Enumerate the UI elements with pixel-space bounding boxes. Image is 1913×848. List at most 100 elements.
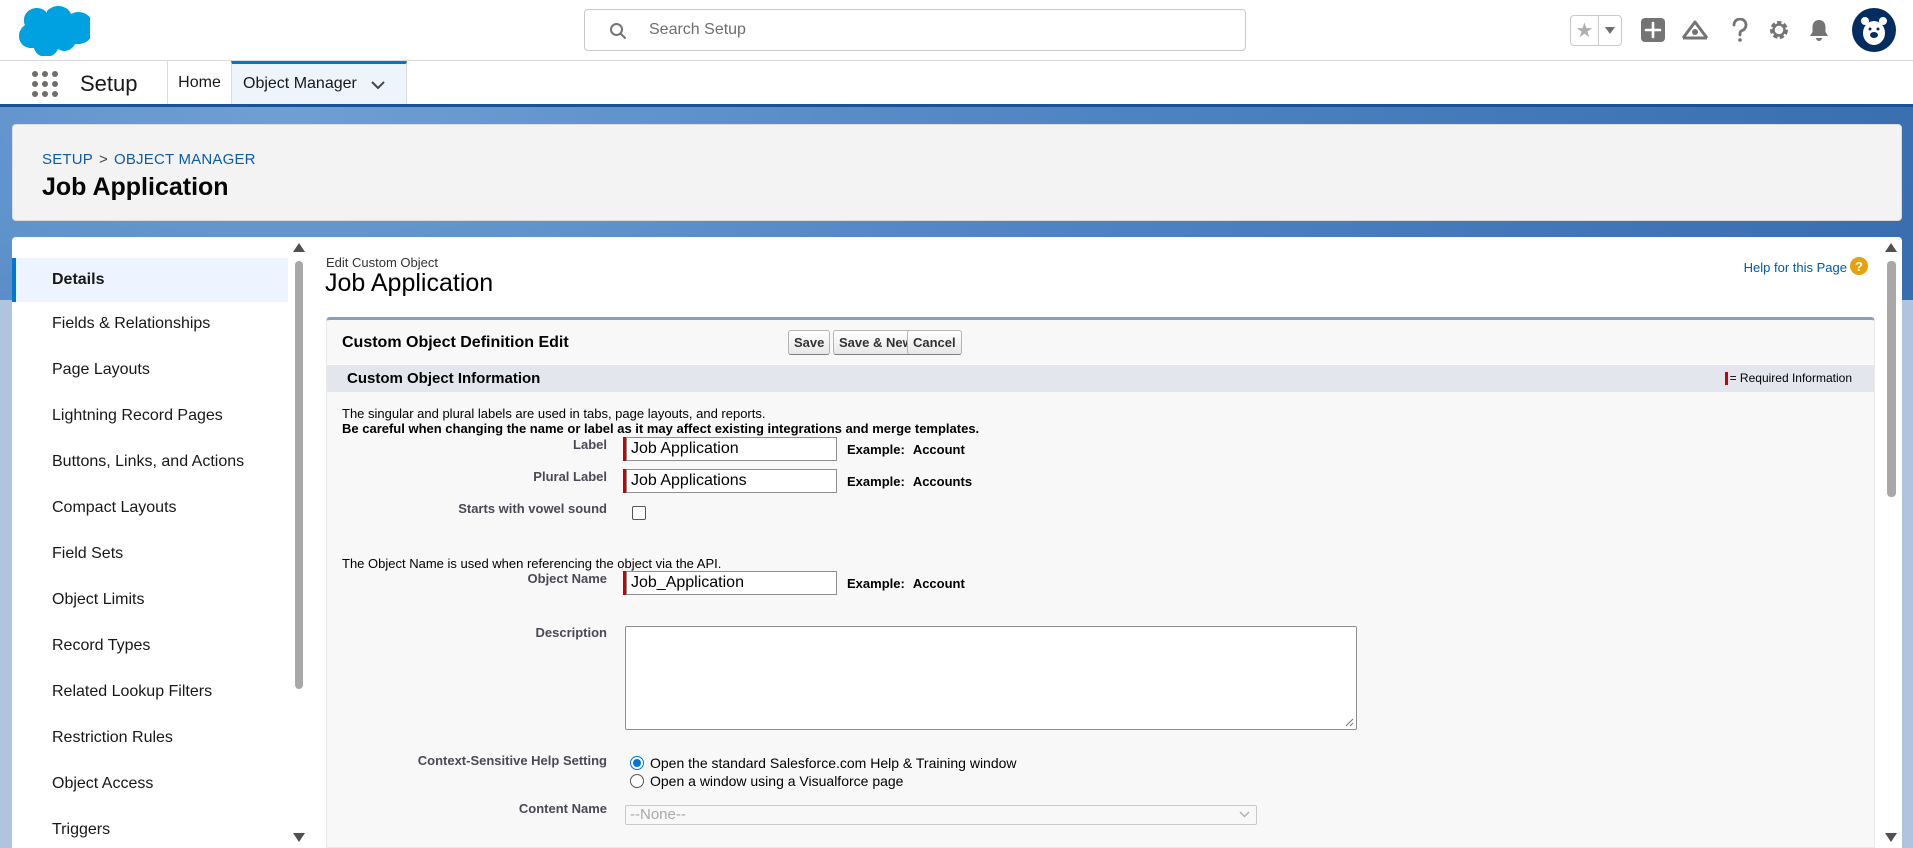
warning-note: Be careful when changing the name or lab…: [342, 421, 980, 436]
plural-example-prefix: Example:: [847, 474, 905, 489]
sidebar-item-related-lookup-filters[interactable]: Related Lookup Filters: [12, 670, 288, 714]
required-info-text: = Required Information: [1729, 371, 1852, 385]
content-name-select[interactable]: --None--: [625, 805, 1257, 825]
sidebar-item-lightning-record-pages[interactable]: Lightning Record Pages: [12, 394, 288, 438]
salesforce-logo[interactable]: [16, 4, 90, 56]
labels-note: The singular and plural labels are used …: [342, 406, 766, 421]
description-field-label: Description: [535, 625, 607, 640]
search-input[interactable]: [649, 18, 1209, 42]
scroll-down-arrow-icon[interactable]: [293, 833, 305, 842]
sidebar-item-details[interactable]: Details: [12, 258, 288, 302]
description-textarea[interactable]: [625, 626, 1357, 730]
sidebar-item-object-limits[interactable]: Object Limits: [12, 578, 288, 622]
label-example-value: Account: [912, 442, 965, 457]
object-name-field: [623, 571, 837, 595]
help-option-visualforce[interactable]: Open a window using a Visualforce page: [630, 773, 903, 789]
page-header: SETUP > OBJECT MANAGER Job Application: [12, 124, 1902, 221]
label-example-prefix: Example:: [847, 442, 905, 457]
help-option-standard-label: Open the standard Salesforce.com Help & …: [650, 755, 1017, 771]
object-sidebar: Details Fields & Relationships Page Layo…: [12, 237, 288, 848]
search-box[interactable]: [584, 9, 1246, 51]
trailhead-icon[interactable]: [1680, 15, 1710, 45]
sidebar-item-field-sets[interactable]: Field Sets: [12, 532, 288, 576]
context-bar: Setup Home Object Manager: [0, 61, 1913, 107]
nav-tab-home[interactable]: Home: [167, 61, 231, 104]
vowel-sound-label: Starts with vowel sound: [458, 501, 607, 516]
object-name-field-label: Object Name: [527, 571, 607, 586]
help-icon[interactable]: [1725, 15, 1755, 45]
global-header: ★: [0, 0, 1913, 61]
object-name-example-value: Account: [912, 576, 965, 591]
help-option-visualforce-label: Open a window using a Visualforce page: [650, 773, 904, 789]
chevron-down-icon: [1239, 811, 1250, 818]
content-scroll-down-arrow-icon[interactable]: [1885, 833, 1897, 842]
object-name-note: The Object Name is used when referencing…: [342, 556, 722, 571]
scroll-up-arrow-icon[interactable]: [293, 243, 305, 252]
sidebar-item-compact-layouts[interactable]: Compact Layouts: [12, 486, 288, 530]
help-option-standard[interactable]: Open the standard Salesforce.com Help & …: [630, 755, 1017, 771]
edit-label: Edit Custom Object: [326, 255, 438, 270]
help-option-visualforce-radio[interactable]: [630, 774, 644, 788]
section-title: Custom Object Information: [347, 370, 541, 387]
content-scrollbar-thumb[interactable]: [1887, 261, 1896, 497]
content-name-label: Content Name: [518, 801, 607, 816]
app-name: Setup: [80, 71, 138, 96]
object-name-example: Example: Account: [847, 576, 965, 591]
required-marker: [1724, 371, 1728, 385]
user-avatar[interactable]: [1852, 8, 1896, 52]
favorites-dropdown-icon[interactable]: [1599, 16, 1621, 45]
sidebar-scrollbar-thumb[interactable]: [295, 261, 303, 689]
setup-gear-icon[interactable]: [1764, 15, 1794, 45]
object-name-input[interactable]: [626, 571, 837, 595]
sidebar-item-record-types[interactable]: Record Types: [12, 624, 288, 668]
vowel-sound-checkbox[interactable]: [632, 506, 646, 520]
content-scroll-up-arrow-icon[interactable]: [1885, 243, 1897, 252]
sidebar-scrollbar[interactable]: [288, 237, 308, 848]
custom-object-edit-block: Custom Object Definition Edit Save Save …: [326, 317, 1875, 848]
favorites-star-icon[interactable]: ★: [1571, 16, 1599, 45]
plural-label-field: [623, 469, 837, 493]
label-example: Example: Account: [847, 442, 965, 457]
favorites-group: ★: [1570, 15, 1622, 46]
resize-grip-icon[interactable]: [1345, 718, 1354, 727]
section-header: Custom Object Information = Required Inf…: [327, 364, 1874, 392]
help-option-standard-radio[interactable]: [630, 756, 644, 770]
breadcrumb-object-manager[interactable]: OBJECT MANAGER: [114, 151, 256, 168]
breadcrumb: SETUP > OBJECT MANAGER: [42, 151, 256, 168]
nav-tab-object-manager[interactable]: Object Manager: [231, 61, 407, 104]
edit-title: Job Application: [325, 269, 494, 297]
content-frame: Edit Custom Object Job Application Help …: [308, 237, 1880, 848]
label-input[interactable]: [626, 437, 837, 461]
plural-label-example: Example: Accounts: [847, 474, 972, 489]
sidebar-item-page-layouts[interactable]: Page Layouts: [12, 348, 288, 392]
breadcrumb-setup[interactable]: SETUP: [42, 151, 93, 168]
plural-label-input[interactable]: [626, 469, 837, 493]
sidebar-item-buttons-links-actions[interactable]: Buttons, Links, and Actions: [12, 440, 288, 484]
content-name-value: --None--: [630, 806, 686, 823]
content-scrollbar[interactable]: [1880, 237, 1902, 848]
chevron-down-icon[interactable]: [371, 80, 385, 90]
sidebar-item-object-access[interactable]: Object Access: [12, 762, 288, 806]
main-panel: Details Fields & Relationships Page Layo…: [12, 237, 1902, 848]
sidebar-item-triggers[interactable]: Triggers: [12, 808, 288, 848]
app-launcher-icon[interactable]: [32, 71, 60, 99]
notifications-bell-icon[interactable]: [1804, 15, 1834, 45]
global-create-icon[interactable]: [1638, 15, 1668, 45]
help-setting-label: Context-Sensitive Help Setting: [417, 753, 607, 768]
help-question-icon[interactable]: ?: [1850, 257, 1868, 275]
save-button[interactable]: Save: [788, 330, 831, 355]
label-field: [623, 437, 837, 461]
plural-label-field-label: Plural Label: [533, 469, 607, 484]
search-icon: [610, 23, 626, 39]
block-title: Custom Object Definition Edit: [342, 334, 569, 351]
required-info-legend: = Required Information: [1724, 371, 1852, 385]
nav-tab-object-manager-label: Object Manager: [243, 75, 357, 92]
page-title: Job Application: [42, 173, 229, 201]
save-and-new-button[interactable]: Save & New: [833, 330, 919, 355]
help-for-page-link[interactable]: Help for this Page: [1744, 260, 1847, 275]
label-field-label: Label: [573, 437, 607, 452]
sidebar-item-restriction-rules[interactable]: Restriction Rules: [12, 716, 288, 760]
sidebar-item-fields-relationships[interactable]: Fields & Relationships: [12, 302, 288, 346]
cancel-button[interactable]: Cancel: [907, 330, 962, 355]
object-name-example-prefix: Example:: [847, 576, 905, 591]
